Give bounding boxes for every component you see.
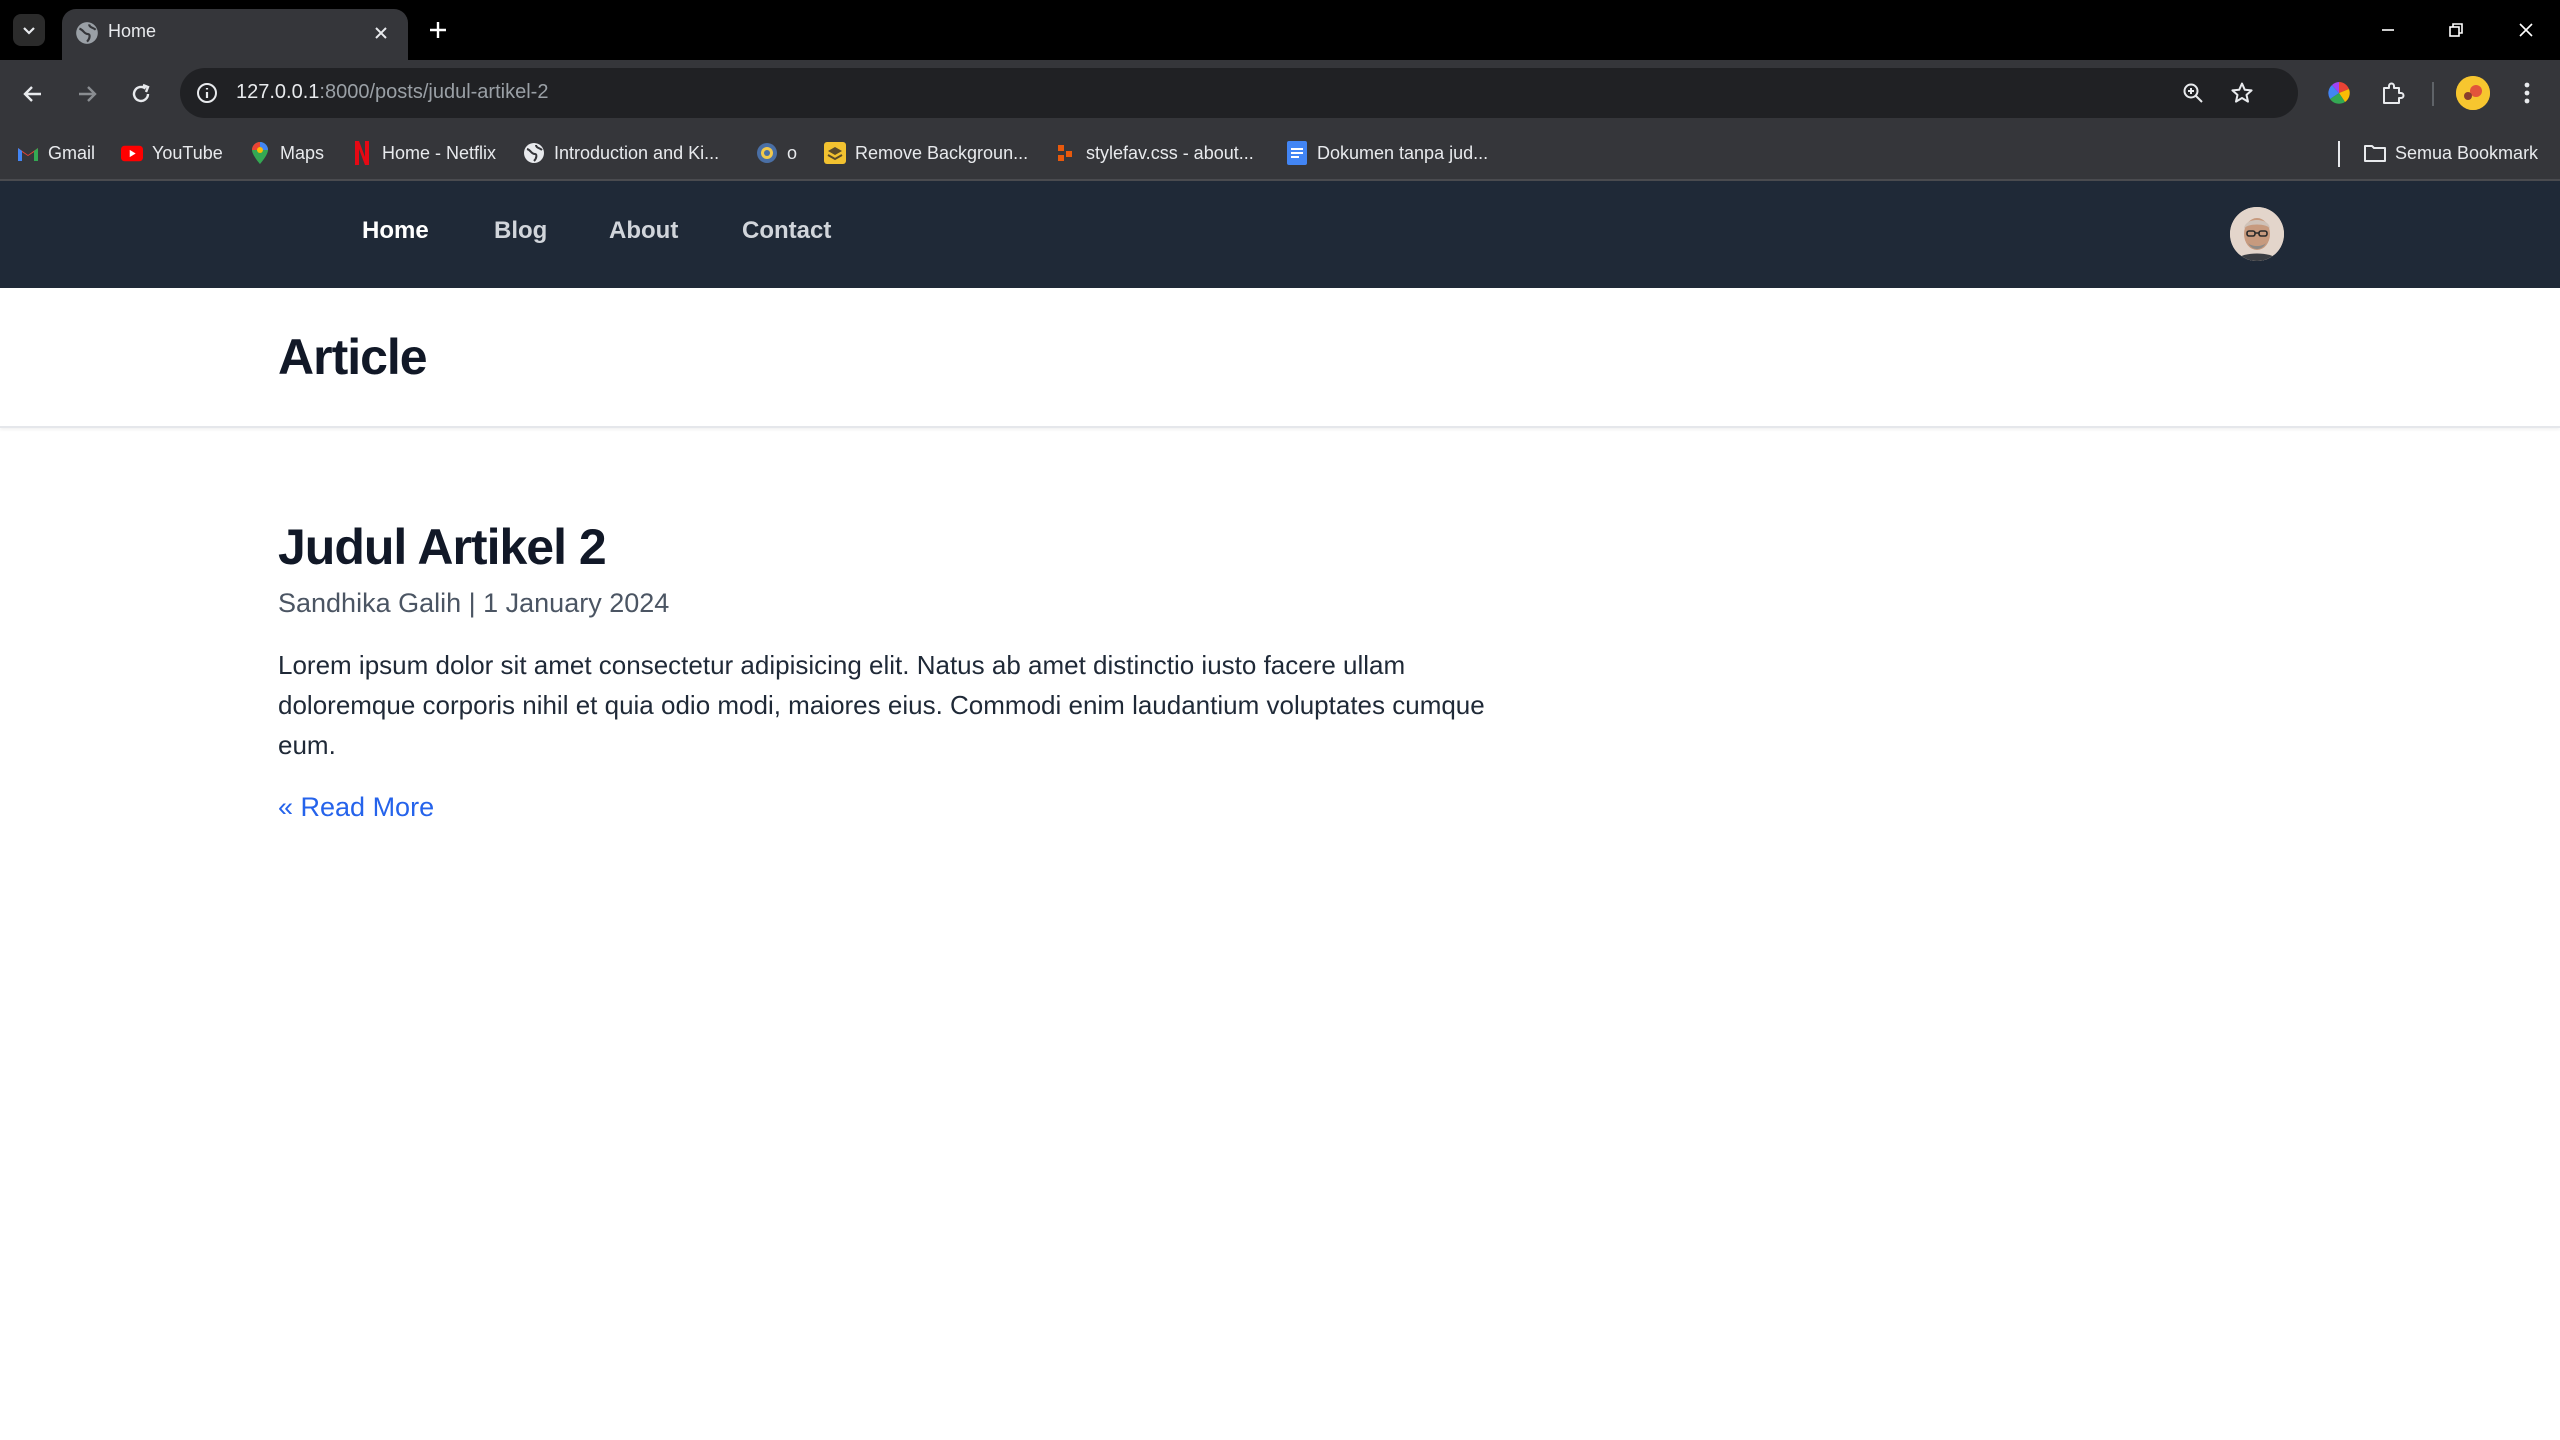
minimize-button[interactable]: [2366, 10, 2410, 50]
reload-icon: [132, 83, 150, 103]
netflix-icon: [351, 141, 373, 165]
new-tab-button[interactable]: [422, 14, 454, 46]
reload-button[interactable]: [122, 75, 160, 113]
puzzle-icon: [2383, 82, 2405, 104]
active-tab[interactable]: Home: [62, 9, 408, 60]
read-more-link[interactable]: « Read More: [278, 787, 434, 827]
youtube-icon: [121, 142, 143, 164]
page-header: Article: [0, 288, 2560, 428]
article-meta: Sandhika Galih | 1 January 2024: [278, 588, 670, 618]
browser-toolbar: 127.0.0.1:8000/posts/judul-artikel-2: [0, 60, 2560, 127]
restore-button[interactable]: [2434, 10, 2478, 50]
color-wheel-icon: [2328, 82, 2350, 104]
bookmark-label: YouTube: [152, 142, 223, 163]
bookmark-gmail[interactable]: Gmail: [17, 139, 95, 167]
tab-search-button[interactable]: [13, 14, 45, 46]
bookmark-label: Introduction and Ki...: [554, 142, 720, 163]
folder-icon: [2364, 142, 2386, 164]
codepen-icon: [1055, 142, 1077, 164]
article: Judul Artikel 2 Sandhika Galih | 1 Janua…: [278, 515, 1518, 827]
remove-bg-icon: [824, 142, 846, 164]
close-window-button[interactable]: [2504, 10, 2548, 50]
bookmark-youtube[interactable]: YouTube: [121, 139, 223, 167]
docs-icon: [1286, 141, 1308, 165]
globe-icon: [523, 142, 545, 164]
url-host: 127.0.0.1: [236, 81, 320, 103]
zoom-icon: [2183, 83, 2203, 103]
maps-icon: [249, 142, 271, 164]
toolbar-separator: [2432, 82, 2434, 106]
bookmark-star-button[interactable]: [2227, 78, 2257, 108]
bookmark-label: stylefav.css - about...: [1086, 142, 1254, 163]
bookmark-o[interactable]: o: [756, 139, 797, 167]
globe-icon: [76, 22, 98, 44]
bookmark-label: Dokumen tanpa jud...: [1317, 142, 1489, 163]
url-text[interactable]: 127.0.0.1:8000/posts/judul-artikel-2: [236, 81, 548, 104]
article-title: Judul Artikel 2: [278, 519, 607, 575]
nav-link-blog[interactable]: Blog: [494, 217, 547, 245]
nav-link-contact[interactable]: Contact: [742, 217, 831, 245]
plus-icon: [430, 22, 446, 38]
minimize-icon: [2382, 29, 2394, 31]
bookmark-maps[interactable]: Maps: [249, 139, 324, 167]
zoom-button[interactable]: [2178, 78, 2208, 108]
bookmark-label: Home - Netflix: [382, 142, 497, 163]
bookmark-dokumen[interactable]: Dokumen tanpa jud...: [1286, 139, 1488, 167]
page-title: Article: [278, 329, 428, 385]
bookmark-stylefav[interactable]: stylefav.css - about...: [1055, 139, 1254, 167]
star-icon: [2231, 82, 2253, 103]
bookmark-label: o: [787, 142, 798, 163]
bookmarks-separator: [2338, 141, 2340, 167]
bookmark-label: Remove Backgroun...: [855, 142, 1029, 163]
chevron-down-icon: [23, 27, 35, 35]
nav-link-home[interactable]: Home: [362, 217, 429, 245]
article-body: Lorem ipsum dolor sit amet consectetur a…: [278, 650, 1485, 760]
more-vert-icon: [2524, 82, 2530, 104]
arrow-right-icon: [79, 86, 97, 102]
extensions-button[interactable]: [2376, 76, 2410, 110]
profile-icon: [2456, 76, 2490, 110]
colorful-extension-button[interactable]: [2322, 76, 2356, 110]
bookmark-netflix[interactable]: Home - Netflix: [351, 139, 496, 167]
bookmarks-bar: Gmail YouTube Maps Home - Netflix Introd…: [0, 127, 2560, 181]
browser-tabstrip: Home: [0, 0, 2560, 60]
url-path: :8000/posts/judul-artikel-2: [319, 81, 549, 103]
bookmark-label: Maps: [280, 142, 325, 163]
tab-title: Home: [108, 21, 157, 41]
gmail-icon: [17, 142, 39, 164]
close-icon: [2519, 23, 2533, 37]
back-button[interactable]: [14, 75, 52, 113]
arrow-left-icon: [23, 86, 41, 102]
forward-button[interactable]: [68, 75, 106, 113]
user-avatar[interactable]: [2230, 207, 2284, 261]
address-bar[interactable]: 127.0.0.1:8000/posts/judul-artikel-2: [180, 68, 2298, 118]
circle-logo-icon: [756, 142, 778, 164]
site-info-button[interactable]: [194, 80, 220, 106]
bookmark-remove-background[interactable]: Remove Backgroun...: [824, 139, 1028, 167]
bookmark-introduction[interactable]: Introduction and Ki...: [523, 139, 719, 167]
all-bookmarks-button[interactable]: Semua Bookmark: [2364, 139, 2538, 167]
nav-link-about[interactable]: About: [609, 217, 678, 245]
restore-icon: [2449, 23, 2463, 37]
site-navbar: Home Blog About Contact: [0, 181, 2560, 288]
info-icon: [197, 83, 217, 103]
browser-menu-button[interactable]: [2510, 76, 2544, 110]
user-photo: [2230, 207, 2284, 261]
bookmark-label: Gmail: [48, 142, 96, 163]
close-icon: [375, 27, 387, 39]
profile-avatar-button[interactable]: [2456, 76, 2490, 110]
all-bookmarks-label: Semua Bookmark: [2395, 142, 2539, 163]
tab-close-button[interactable]: [368, 20, 394, 46]
